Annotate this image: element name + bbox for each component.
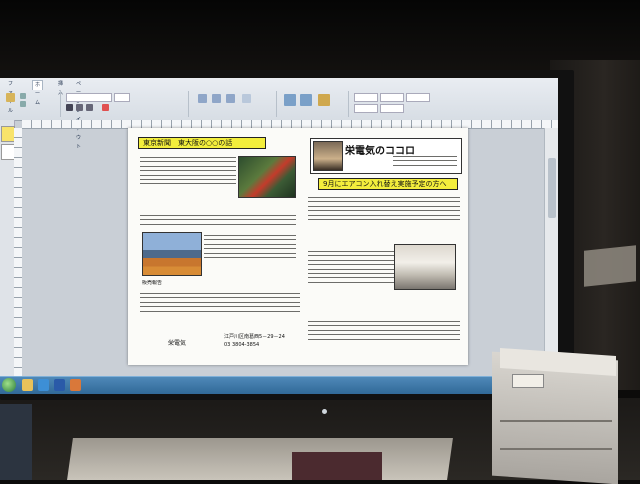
cut-icon[interactable] (20, 93, 26, 99)
shelf-paper (584, 245, 636, 287)
footer-company: 栄電気 (168, 340, 187, 347)
section1-heading: 東京新聞 東大阪の○○の話 (138, 137, 266, 149)
section1-text-mid (140, 212, 296, 234)
bullets-icon[interactable] (198, 94, 207, 103)
section3-heading: 販売報告 (142, 280, 163, 286)
section2-text-top (308, 194, 460, 246)
style-gallery-item-1[interactable] (354, 93, 378, 102)
desk-red-object (292, 452, 382, 480)
storage-box-label (512, 374, 544, 388)
word-icon[interactable] (54, 379, 65, 391)
scrollbar-thumb[interactable] (548, 158, 556, 218)
navigation-pane (0, 120, 15, 376)
desk-papers (67, 438, 453, 480)
word-ribbon: ファイル ホーム 挿入 ページレイアウト (0, 78, 558, 150)
section2-heading: 9月にエアコン入れ替え実施予定の方へ (318, 178, 458, 190)
monitor-power-light (322, 409, 327, 414)
explorer-icon[interactable] (22, 379, 33, 391)
staff-photo (313, 141, 343, 171)
tab-insert[interactable]: 挿入 (56, 80, 65, 96)
paragraph-group (190, 91, 277, 117)
footer-address: 江戸川区南葛西5－29－24 (224, 334, 285, 340)
tower-photo (142, 232, 202, 276)
shapes-icon[interactable] (300, 94, 312, 106)
section2-text-bottom (308, 318, 460, 358)
style-gallery-item-3[interactable] (406, 93, 430, 102)
monitor-screen: ファイル ホーム 挿入 ページレイアウト (0, 78, 558, 394)
tab-file[interactable]: ファイル (6, 80, 15, 114)
document-page[interactable]: 東京新聞 東大阪の○○の話 販売報告 栄電気 江戸川区南葛西5－29－24 03… (128, 128, 468, 365)
font-group (62, 91, 189, 117)
banner-box: 栄電気のココロ (310, 138, 462, 174)
style-gallery-item-5[interactable] (380, 104, 404, 113)
banner-subtext (393, 153, 457, 169)
section3-text (140, 290, 300, 330)
tab-page-layout[interactable]: ページレイアウト (74, 80, 83, 150)
wordart-icon[interactable] (318, 94, 330, 106)
italic-icon[interactable] (76, 104, 83, 111)
bold-icon[interactable] (66, 104, 73, 111)
font-size-select[interactable] (114, 93, 130, 102)
left-device (0, 404, 32, 480)
picture-icon[interactable] (284, 94, 296, 106)
footer-phone: 03 3804-3854 (224, 342, 260, 348)
table-icon[interactable] (242, 94, 251, 103)
storage-box-drawer-1 (500, 420, 612, 422)
vertical-scrollbar[interactable] (544, 128, 558, 376)
air-conditioner-photo (394, 244, 456, 290)
media-icon[interactable] (70, 379, 81, 391)
tab-home[interactable]: ホーム (32, 80, 44, 106)
section1-text-top (140, 154, 236, 210)
style-gallery-item-2[interactable] (380, 93, 404, 102)
paste-icon[interactable] (6, 93, 15, 102)
insert-group (278, 91, 349, 117)
style-gallery-item-4[interactable] (354, 104, 378, 113)
numbering-icon[interactable] (212, 94, 221, 103)
nav-thumbnail-1[interactable] (1, 126, 15, 142)
section2-text-left (308, 248, 394, 318)
storage-box-drawer-2 (500, 448, 612, 450)
nav-thumbnail-2[interactable] (1, 144, 15, 160)
font-name-select[interactable] (66, 93, 112, 102)
ie-icon[interactable] (38, 379, 49, 391)
styles-group (350, 91, 460, 117)
kayak-photo (238, 156, 296, 198)
dark-room-background (0, 0, 640, 80)
windows-start-icon[interactable] (2, 378, 16, 392)
underline-icon[interactable] (86, 104, 93, 111)
copy-icon[interactable] (20, 101, 26, 107)
vertical-ruler (14, 128, 22, 376)
font-color-icon[interactable] (102, 104, 109, 111)
windows-taskbar (0, 376, 558, 394)
clipboard-group (2, 91, 61, 117)
section1-text-right (204, 232, 296, 276)
align-icon[interactable] (226, 94, 235, 103)
